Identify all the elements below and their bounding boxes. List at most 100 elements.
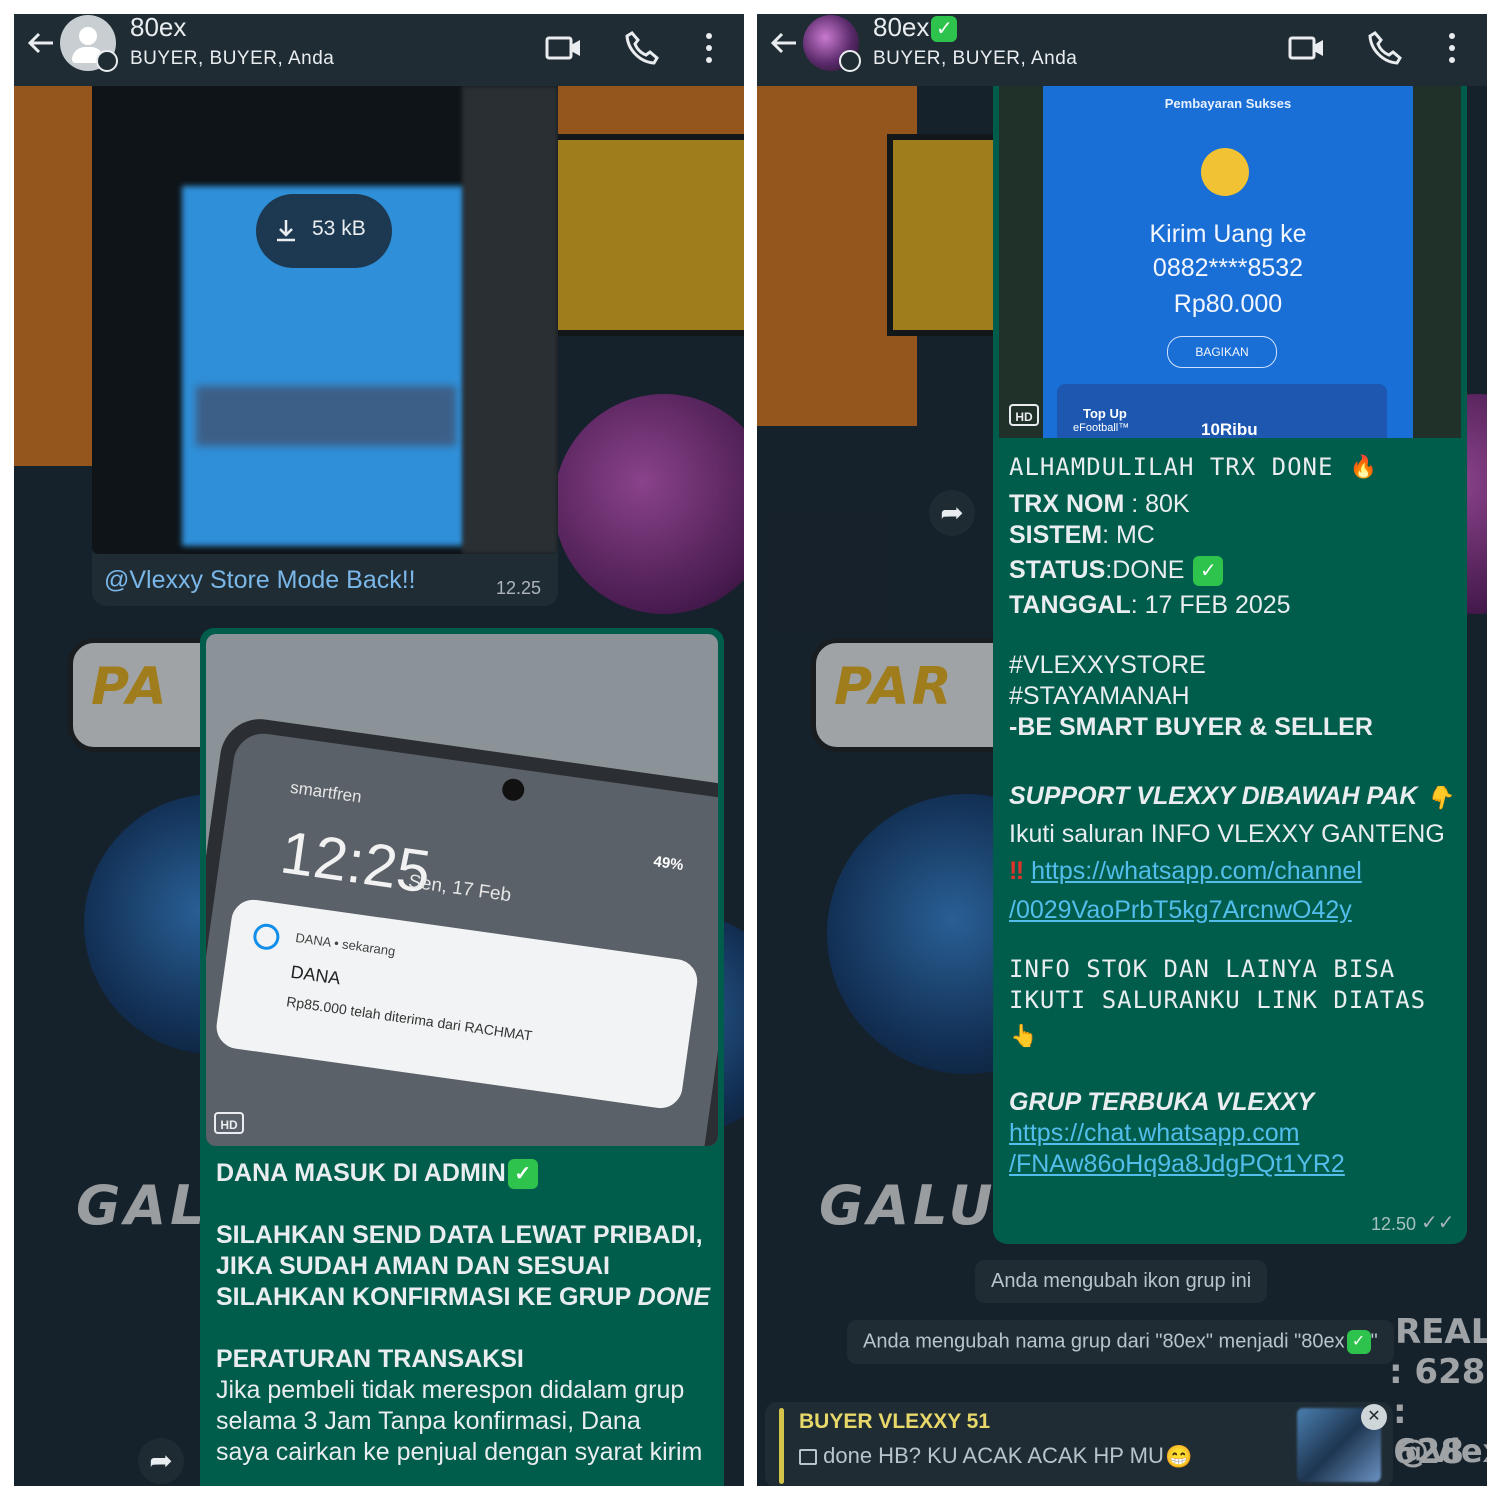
notif-body: Rp85.000 telah diterima dari RACHMAT — [285, 993, 534, 1044]
photo-phone-body: smartfren 12:25 Sen, 17 Feb 49% DANA • s… — [206, 714, 718, 1146]
back-arrow-icon[interactable] — [26, 28, 58, 64]
notif-title: DANA — [289, 961, 342, 989]
message-line: #VLEXXYSTORE — [1009, 651, 1206, 680]
message-line: Jika pembeli tidak merespon didalam grup — [216, 1376, 685, 1405]
message-key: SISTEM — [1009, 521, 1103, 549]
message-text: DANA MASUK DI ADMIN ✓ SILAHKAN SEND DATA … — [216, 1158, 716, 1468]
image-caption: @Vlexxy Store Mode Back!! — [104, 566, 416, 594]
image-message[interactable]: 53 kB @Vlexxy Store Mode Back!! 12.25 — [92, 86, 558, 606]
message-time: 12.50 — [1371, 1214, 1417, 1234]
check-icon: ✓ — [507, 1159, 538, 1190]
message-line: IKUTI SALURANKU LINK DIATAS — [1009, 985, 1427, 1014]
forward-icon[interactable]: ➦ — [929, 490, 975, 536]
close-icon[interactable]: ✕ — [1361, 1404, 1387, 1430]
blurred-block — [196, 386, 456, 446]
message-line: JIKA SUDAH AMAN DAN SESUAI — [216, 1252, 611, 1281]
message-line: GRUP TERBUKA VLEXXY — [1009, 1088, 1315, 1117]
receipt-photo[interactable]: Pembayaran Sukses Kirim Uang ke 0882****… — [999, 86, 1461, 438]
timer-icon — [96, 50, 118, 72]
message-line-italic: DONE — [637, 1283, 711, 1312]
message-line: INFO STOK DAN LAINYA BISA — [1009, 954, 1396, 983]
grin-icon: 😁 — [1165, 1444, 1193, 1469]
message-line: STATUS:DONE ✓ — [1009, 555, 1459, 587]
right-chat-screen: PAR GALUH REAL : 628 : 628 @vlex 80ex✓ B… — [757, 14, 1487, 1486]
message-key: TANGGAL — [1009, 591, 1131, 620]
success-check-icon — [1201, 148, 1249, 196]
receipt-amount: Rp80.000 — [1173, 290, 1283, 318]
photo-message[interactable]: smartfren 12:25 Sen, 17 Feb 49% DANA • s… — [200, 628, 724, 1486]
back-arrow-icon[interactable] — [769, 28, 801, 64]
left-chat-screen: PA GALU 80ex BUYER, BUYER, Anda 53 kB @V… — [14, 14, 744, 1486]
chat-participants[interactable]: BUYER, BUYER, Anda — [130, 48, 334, 70]
image-icon — [799, 1449, 817, 1465]
pointing-down-icon: 👇 — [1425, 784, 1454, 810]
group-link[interactable]: /FNAw86oHq9a8JdgPQt1YR2 — [1009, 1149, 1459, 1180]
chat-header: 80ex ✓ BUYER, BUYER, Anda — [757, 14, 1487, 86]
photo-notification: DANA • sekarang DANA Rp85.000 telah dite… — [213, 896, 701, 1111]
reply-text: done HB? KU ACAK ACAK HP MU😁 — [799, 1442, 1194, 1472]
message-value: : MC — [1102, 521, 1155, 549]
system-message: Anda mengubah nama grup dari "80ex" menj… — [847, 1320, 1394, 1364]
exclamation-icon: ‼ — [1009, 856, 1025, 885]
receipt-screen: Pembayaran Sukses Kirim Uang ke 0882****… — [1043, 86, 1413, 438]
blurred-side — [462, 86, 558, 554]
chat-header: 80ex BUYER, BUYER, Anda — [14, 14, 744, 86]
photo-battery: 49% — [652, 853, 685, 875]
phone-photo[interactable]: smartfren 12:25 Sen, 17 Feb 49% DANA • s… — [206, 634, 718, 1146]
system-message: Anda mengubah ikon grup ini — [975, 1260, 1268, 1303]
double-check-icon: ✓✓ — [1421, 1212, 1455, 1234]
reply-bar — [779, 1408, 784, 1484]
message-line: saya cairkan ke penjual dengan syarat ki… — [216, 1438, 703, 1467]
chat-participants[interactable]: BUYER, BUYER, Anda — [873, 48, 1077, 70]
menu-dots-icon[interactable] — [694, 28, 734, 68]
message-line: Ikuti saluran INFO VLEXXY GANTENG — [1009, 819, 1445, 848]
check-icon: ✓ — [1193, 556, 1224, 587]
channel-link[interactable]: https://whatsapp.com/channel — [1031, 857, 1362, 885]
channel-link[interactable]: /0029VaoPrbT5kg7ArcnwO42y — [1009, 895, 1459, 926]
receipt-status: Pembayaran Sukses — [1164, 96, 1292, 111]
check-icon: ✓ — [1346, 1330, 1371, 1354]
receipt-message[interactable]: Pembayaran Sukses Kirim Uang ke 0882****… — [993, 86, 1467, 1244]
message-key: STATUS — [1009, 556, 1106, 584]
message-line-text: SUPPORT VLEXXY DIBAWAH PAK — [1009, 782, 1418, 811]
download-icon — [274, 218, 298, 249]
fire-icon: 🔥 — [1349, 455, 1379, 480]
hd-badge: HD — [214, 1112, 244, 1134]
video-call-icon[interactable] — [544, 28, 584, 68]
receipt-line: Kirim Uang ke — [1149, 220, 1307, 248]
message-line: -BE SMART BUYER & SELLER — [1009, 713, 1373, 742]
receipt-phone: 0882****8532 — [1152, 254, 1304, 282]
forward-icon[interactable]: ➦ — [138, 1438, 184, 1484]
blurred-image[interactable]: 53 kB — [92, 86, 558, 554]
video-call-icon[interactable] — [1287, 28, 1327, 68]
message-key: TRX NOM — [1009, 490, 1125, 518]
chat-title[interactable]: 80ex — [130, 14, 186, 43]
promo-text: eFootball™ — [1073, 422, 1130, 434]
message-line-text: DANA MASUK DI ADMIN — [216, 1159, 506, 1187]
system-message-text: " — [1370, 1330, 1378, 1353]
message-line: ALHAMDULILAH TRX DONE 🔥 — [1009, 452, 1459, 483]
message-line-text: SILAHKAN KONFIRMASI KE GRUP — [216, 1283, 638, 1312]
photo-phone-screen: smartfren 12:25 Sen, 17 Feb 49% DANA • s… — [206, 729, 718, 1146]
message-line: DANA MASUK DI ADMIN ✓ — [216, 1158, 716, 1190]
system-message-text: Anda mengubah nama grup dari "80ex" menj… — [863, 1330, 1345, 1353]
phone-icon[interactable] — [1365, 28, 1405, 68]
menu-dots-icon[interactable] — [1437, 28, 1477, 68]
pointing-up-icon: 👆 — [1010, 1023, 1038, 1049]
reply-sender: BUYER VLEXXY 51 — [799, 1410, 991, 1433]
message-line-text: ALHAMDULILAH TRX DONE — [1009, 453, 1334, 481]
reply-preview[interactable]: BUYER VLEXXY 51 done HB? KU ACAK ACAK HP… — [765, 1402, 1393, 1486]
reply-text-content: done HB? KU ACAK ACAK HP MU — [823, 1442, 1164, 1468]
group-link[interactable]: https://chat.whatsapp.com — [1009, 1118, 1459, 1149]
phone-icon[interactable] — [622, 28, 662, 68]
chat-title[interactable]: 80ex ✓ — [873, 14, 958, 43]
download-button[interactable]: 53 kB — [256, 194, 392, 268]
notif-app: DANA • sekarang — [294, 929, 397, 959]
message-line: #STAYAMANAH — [1009, 682, 1190, 711]
share-button: BAGIKAN — [1167, 336, 1277, 368]
message-line: SILAHKAN KONFIRMASI KE GRUP DONE — [216, 1282, 716, 1313]
message-line: SISTEM: MC — [1009, 520, 1459, 551]
